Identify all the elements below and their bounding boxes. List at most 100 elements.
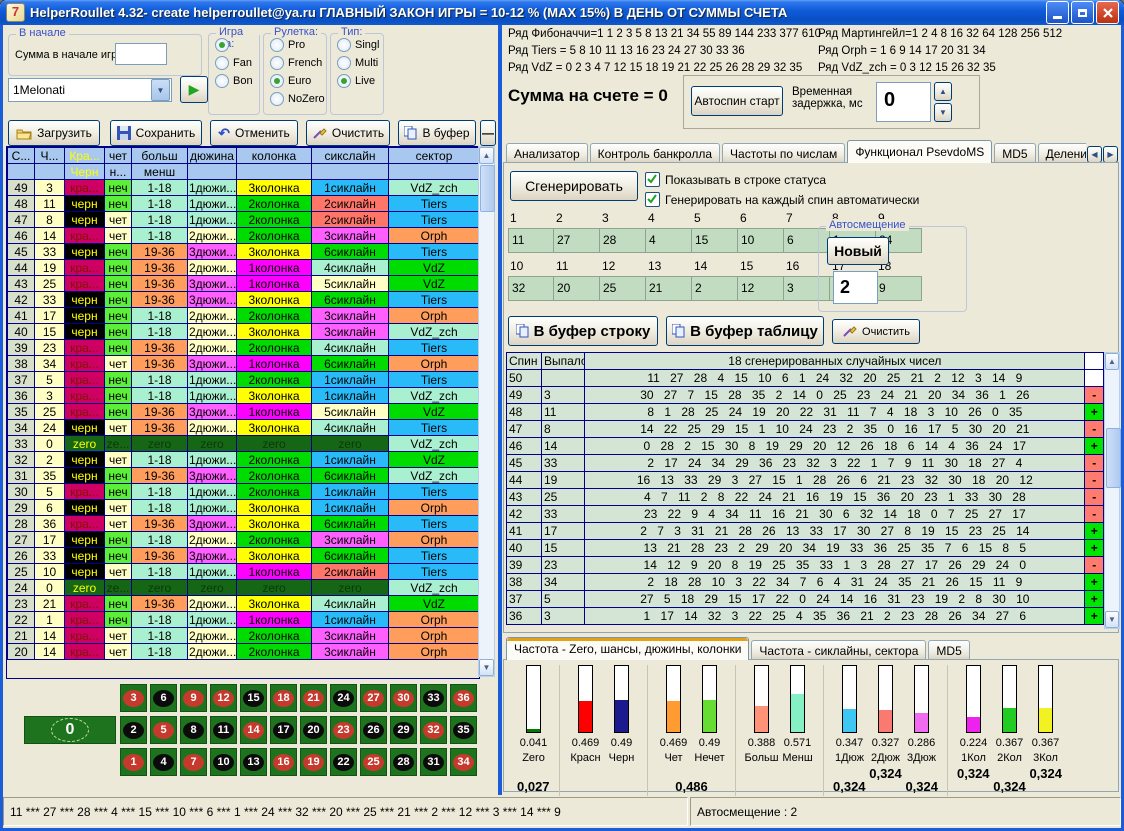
roulette-cell[interactable]: 11 xyxy=(210,716,237,744)
table-cell[interactable]: 2дюжи... xyxy=(188,324,237,340)
tab-psevdoms[interactable]: Функционал PsevdoMS xyxy=(847,140,992,163)
table-cell[interactable]: 1колонка xyxy=(237,612,312,628)
table-cell[interactable]: 22 xyxy=(8,612,35,628)
table-cell[interactable]: 1-18 xyxy=(132,196,188,212)
table-cell[interactable]: 1 xyxy=(35,612,65,628)
table-cell[interactable]: 2дюжи... xyxy=(188,532,237,548)
scrollbar-thumb[interactable] xyxy=(480,165,495,212)
table-cell[interactable]: 40 xyxy=(8,324,35,340)
column-header[interactable] xyxy=(35,164,65,180)
roulette-cell[interactable]: 18 xyxy=(270,684,297,712)
chevron-down-icon[interactable]: ▼ xyxy=(151,79,170,101)
table-cell[interactable]: VdZ_zch xyxy=(389,436,480,452)
table-row[interactable]: 363кра...неч1-181дюжи...3колонка1сиклайн… xyxy=(8,388,480,404)
table-cell[interactable]: 36 xyxy=(35,516,65,532)
table-cell[interactable]: 1дюжи... xyxy=(188,612,237,628)
scroll-up-icon[interactable]: ▲ xyxy=(1105,353,1119,370)
roulette-cell[interactable]: 5 xyxy=(150,716,177,744)
tab-scroll-right-icon[interactable]: ▶ xyxy=(1103,146,1118,163)
table-cell[interactable]: 1-18 xyxy=(132,452,188,468)
column-header[interactable]: сикслайн xyxy=(312,148,389,164)
table-cell[interactable]: VdZ_zch xyxy=(389,324,480,340)
table-row[interactable]: 221кра...неч1-181дюжи...1колонка1сиклайн… xyxy=(8,612,480,628)
roulette-cell[interactable]: 1 xyxy=(120,748,147,776)
table-cell[interactable]: 4сиклайн xyxy=(312,596,389,612)
table-cell[interactable]: 33 xyxy=(35,244,65,260)
table-row[interactable]: 493кра...неч1-181дюжи...3колонка1сиклайн… xyxy=(8,180,480,196)
table-cell[interactable]: Tiers xyxy=(389,212,480,228)
table-cell[interactable]: 1дюжи... xyxy=(188,564,237,580)
table-cell[interactable]: 10 xyxy=(35,564,65,580)
roulette-cell[interactable]: 17 xyxy=(270,716,297,744)
table-cell[interactable]: 1-18 xyxy=(132,500,188,516)
roulette-cell[interactable]: 19 xyxy=(300,748,327,776)
table-cell[interactable]: Orph xyxy=(389,532,480,548)
table-cell[interactable]: 49 xyxy=(8,180,35,196)
table-cell[interactable]: 1сиклайн xyxy=(312,452,389,468)
table-cell[interactable]: 3колонка xyxy=(237,596,312,612)
table-cell[interactable]: 2дюжи... xyxy=(188,596,237,612)
radio-option[interactable]: Live xyxy=(337,74,383,88)
table-cell[interactable]: 45 xyxy=(8,244,35,260)
table-cell[interactable]: 11 xyxy=(35,196,65,212)
radio-option[interactable]: Euro xyxy=(270,74,326,88)
table-cell[interactable]: 33 xyxy=(35,548,65,564)
tab-wheel-division[interactable]: Деление колеса на xyxy=(1038,143,1086,163)
table-cell[interactable]: Orph xyxy=(389,228,480,244)
table-cell[interactable]: 2колонка xyxy=(237,372,312,388)
save-button[interactable]: Сохранить xyxy=(110,120,202,146)
table-cell[interactable]: 2дюжи... xyxy=(188,260,237,276)
roulette-cell[interactable]: 7 xyxy=(180,748,207,776)
table-row[interactable]: 3631 17 14 32 3 22 25 4 35 36 21 2 23 28… xyxy=(507,608,1104,625)
table-row[interactable]: 3525кра...неч19-363дюжи...1колонка5сикла… xyxy=(8,404,480,420)
table-cell[interactable]: 3дюжи... xyxy=(188,292,237,308)
copy-row-button[interactable]: В буфер строку xyxy=(508,316,658,346)
radio-option[interactable]: Fan xyxy=(215,56,259,70)
table-cell[interactable]: 19-36 xyxy=(132,516,188,532)
table-cell[interactable]: Orph xyxy=(389,308,480,324)
scroll-down-icon[interactable]: ▼ xyxy=(1105,611,1119,628)
table-cell[interactable]: кра... xyxy=(65,644,105,660)
table-row[interactable]: 330zeroze...zerozerozerozeroVdZ_zch xyxy=(8,436,480,452)
radio-option[interactable]: French xyxy=(270,56,326,70)
roulette-cell[interactable]: 2 xyxy=(120,716,147,744)
roulette-cell[interactable]: 33 xyxy=(420,684,447,712)
table-cell[interactable]: неч xyxy=(105,324,132,340)
generate-button[interactable]: Сгенерировать xyxy=(510,171,638,201)
table-cell[interactable]: 34 xyxy=(35,356,65,372)
table-row[interactable]: 4614кра...чет1-182дюжи...2колонка3сиклай… xyxy=(8,228,480,244)
table-cell[interactable]: zero xyxy=(132,436,188,452)
table-cell[interactable]: 1-18 xyxy=(132,372,188,388)
table-cell[interactable]: 3колонка xyxy=(237,500,312,516)
table-cell[interactable]: zero xyxy=(188,580,237,596)
table-cell[interactable]: 8 xyxy=(35,212,65,228)
table-cell[interactable]: 3 xyxy=(35,388,65,404)
table-cell[interactable]: чет xyxy=(105,228,132,244)
column-header[interactable]: Черн xyxy=(65,164,105,180)
play-button[interactable]: ▶ xyxy=(180,76,208,103)
table-cell[interactable]: 1дюжи... xyxy=(188,212,237,228)
table-cell[interactable]: 26 xyxy=(8,548,35,564)
table-cell[interactable]: 1сиклайн xyxy=(312,388,389,404)
clear-generated-button[interactable]: Очистить xyxy=(832,319,920,344)
table-cell[interactable]: 2колонка xyxy=(237,308,312,324)
autospin-start-button[interactable]: Автоспин старт xyxy=(691,86,783,116)
table-cell[interactable]: 2дюжи... xyxy=(188,308,237,324)
table-cell[interactable]: неч xyxy=(105,388,132,404)
table-cell[interactable]: Orph xyxy=(389,628,480,644)
table-cell[interactable]: 44 xyxy=(8,260,35,276)
table-cell[interactable]: 1дюжи... xyxy=(188,500,237,516)
table-cell[interactable]: 1сиклайн xyxy=(312,612,389,628)
table-cell[interactable]: 6сиклайн xyxy=(312,516,389,532)
table-cell[interactable]: черн xyxy=(65,324,105,340)
table-cell[interactable]: 28 xyxy=(8,516,35,532)
table-cell[interactable]: zero xyxy=(237,580,312,596)
tab-scroll-left-icon[interactable]: ◀ xyxy=(1087,146,1102,163)
table-cell[interactable]: кра... xyxy=(65,356,105,372)
table-cell[interactable]: VdZ_zch xyxy=(389,180,480,196)
table-cell[interactable]: Orph xyxy=(389,500,480,516)
table-cell[interactable]: 41 xyxy=(8,308,35,324)
scroll-down-icon[interactable]: ▼ xyxy=(479,659,494,676)
table-cell[interactable]: 6сиклайн xyxy=(312,548,389,564)
table-cell[interactable]: 33 xyxy=(35,292,65,308)
